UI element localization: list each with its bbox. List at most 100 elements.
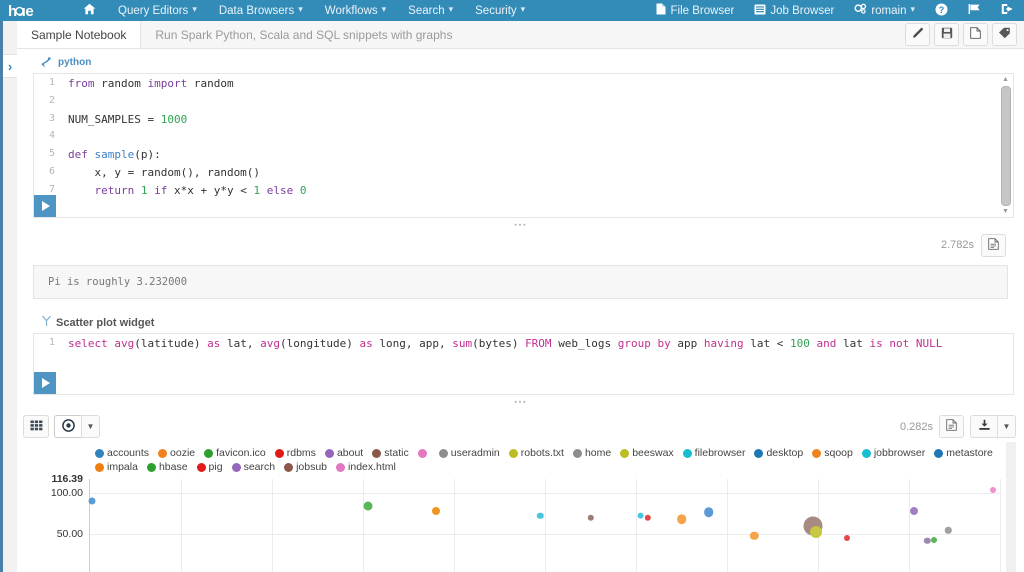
sidebar-expand-toggle[interactable]: › [3,54,18,78]
nav-file-browser[interactable]: File Browser [646,0,744,21]
sql-result-button[interactable] [939,415,964,438]
scatter-point[interactable] [677,515,687,525]
nav-query-editors[interactable]: Query Editors ▾ [107,0,208,21]
new-snippet-button[interactable] [963,23,988,46]
legend-item[interactable]: hbase [147,460,188,474]
scatter-point[interactable] [990,487,996,493]
python-code[interactable]: from random import random NUM_SAMPLES = … [34,74,1013,217]
legend-item[interactable]: metastore [934,446,993,460]
legend-color-dot [418,449,427,458]
save-button[interactable] [934,23,959,46]
nav-workflows[interactable]: Workflows ▾ [314,0,397,21]
legend-item[interactable]: sqoop [812,446,853,460]
scatter-point[interactable] [924,538,930,544]
nav-help[interactable]: ? [925,0,958,21]
python-run-button[interactable] [34,195,56,217]
legend-item[interactable]: filebrowser [683,446,746,460]
notebook-header: Sample Notebook Run Spark Python, Scala … [17,21,1024,49]
nav-home[interactable] [72,0,107,21]
chevron-down-icon: ▾ [910,4,915,15]
scatter-point[interactable] [945,527,951,533]
grid-view-button[interactable] [23,415,49,438]
scrollbar-thumb[interactable] [1001,86,1011,206]
nav-job-browser-label: Job Browser [770,5,834,17]
scatter-point[interactable] [910,507,918,515]
scatter-point[interactable] [432,507,440,515]
nav-job-browser[interactable]: Job Browser [744,0,844,21]
legend-item[interactable]: static [372,446,409,460]
chart-plot-area[interactable] [89,479,1000,572]
page-icon [988,238,999,253]
notebook-description[interactable]: Run Spark Python, Scala and SQL snippets… [141,21,466,48]
scatter-chart-button[interactable] [54,415,81,438]
sql-duration: 0.282s [900,421,933,433]
download-dropdown[interactable]: ▼ [997,415,1016,438]
snippet-python-language-label: python [58,57,91,68]
nav-logout[interactable] [991,0,1024,21]
scatter-point[interactable] [587,514,593,520]
legend-item[interactable]: oozie [158,446,195,460]
legend-label: filebrowser [695,447,746,459]
legend-item[interactable]: jobsub [284,460,327,474]
scroll-up-icon[interactable]: ▲ [1000,75,1011,84]
scatter-point[interactable] [537,513,543,519]
sql-code[interactable]: select avg(latitude) as lat, avg(longitu… [34,334,1013,353]
nav-security[interactable]: Security ▾ [464,0,536,21]
chart-plot: 116.39100.0050.000.00 [23,479,1016,572]
scatter-point[interactable] [364,501,373,510]
grid-line-vertical [454,479,455,572]
python-editor[interactable]: 123456 78910111213 from random import ra… [34,74,1013,217]
legend-item[interactable]: index.html [336,460,396,474]
sql-run-button[interactable] [34,372,56,394]
python-resize-handle[interactable]: ⋯ [27,218,1014,232]
scatter-point[interactable] [88,497,95,504]
legend-item[interactable]: about [325,446,363,460]
download-button[interactable] [970,415,997,438]
legend-color-dot [509,449,518,458]
sql-resize-handle[interactable]: ⋯ [27,395,1014,409]
legend-item[interactable]: rdbms [275,446,316,460]
scatter-point[interactable] [810,526,822,538]
legend-item[interactable]: impala [95,460,138,474]
flag-icon [968,3,981,18]
nav-user-menu[interactable]: romain ▾ [844,0,925,21]
hue-logo[interactable]: hue [0,0,72,21]
nav-data-browsers[interactable]: Data Browsers ▾ [208,0,314,21]
chart-y-axis: 116.39100.0050.000.00 [23,479,89,572]
scatter-point[interactable] [931,537,937,543]
grip-dots-icon: ⋯ [514,399,528,405]
legend-item[interactable]: beeswax [620,446,673,460]
legend-color-dot [275,449,284,458]
legend-item[interactable]: robots.txt [509,446,564,460]
legend-item[interactable] [418,446,430,460]
chart-type-dropdown[interactable]: ▼ [81,415,100,438]
legend-item[interactable]: favicon.ico [204,446,266,460]
scroll-down-icon[interactable]: ▼ [1000,207,1011,216]
legend-item[interactable]: jobbrowser [862,446,925,460]
nav-data-browsers-label: Data Browsers [219,5,294,17]
notebook-title[interactable]: Sample Notebook [17,21,141,48]
legend-item[interactable]: accounts [95,446,149,460]
edit-button[interactable] [905,23,930,46]
snippet-sql-language[interactable]: Scatter plot widget [27,309,1014,333]
nav-flag[interactable] [958,0,991,21]
scatter-point[interactable] [645,514,651,520]
sql-editor[interactable]: 1 select avg(latitude) as lat, avg(longi… [34,334,1013,394]
python-result-button[interactable] [981,234,1006,257]
tag-button[interactable] [992,23,1017,46]
legend-item[interactable]: desktop [754,446,803,460]
scatter-point[interactable] [704,507,714,517]
page-scrollbar[interactable] [1006,442,1016,572]
scatter-point[interactable] [844,535,850,541]
nav-search[interactable]: Search ▾ [397,0,464,21]
scatter-point[interactable] [750,532,758,540]
legend-label: search [244,461,276,473]
scatter-point[interactable] [637,512,644,519]
legend-item[interactable]: search [232,460,276,474]
python-editor-scrollbar[interactable]: ▲ ▼ [1000,77,1011,214]
snippet-python-language[interactable]: python [27,49,1014,73]
legend-item[interactable]: useradmin [439,446,500,460]
legend-item[interactable]: pig [197,460,223,474]
legend-item[interactable]: home [573,446,611,460]
legend-label: robots.txt [521,447,564,459]
